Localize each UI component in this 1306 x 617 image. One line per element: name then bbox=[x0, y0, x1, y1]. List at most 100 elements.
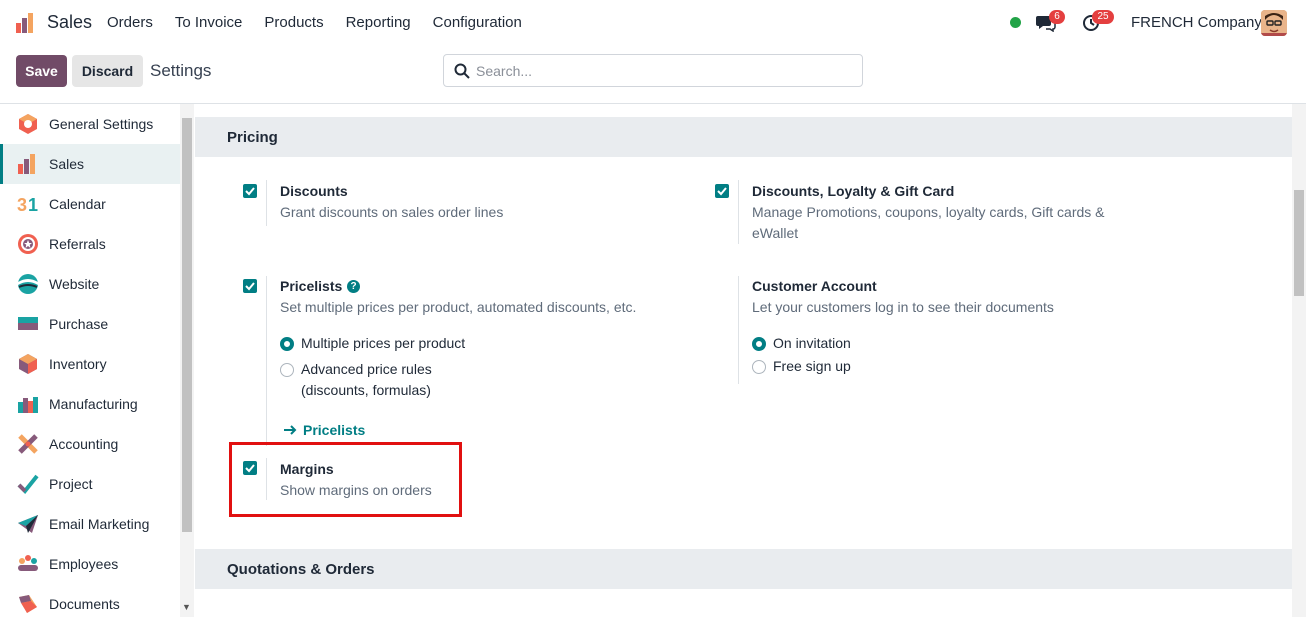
top-navbar: Sales Orders To Invoice Products Reporti… bbox=[0, 0, 1306, 46]
search-icon bbox=[454, 63, 470, 79]
sidebar-item-manufacturing[interactable]: Manufacturing bbox=[0, 384, 180, 424]
menu-configuration[interactable]: Configuration bbox=[433, 14, 522, 31]
pricelists-description: Set multiple prices per product, automat… bbox=[280, 299, 637, 315]
setting-divider bbox=[738, 276, 739, 384]
svg-text:1: 1 bbox=[28, 195, 38, 215]
margins-highlight-box bbox=[229, 442, 462, 517]
purchase-icon bbox=[18, 317, 38, 330]
sidebar-item-employees[interactable]: Employees bbox=[0, 544, 180, 584]
customer-account-description: Let your customers log in to see their d… bbox=[752, 299, 1054, 315]
main-menu: Orders To Invoice Products Reporting Con… bbox=[107, 14, 544, 31]
project-icon bbox=[17, 474, 39, 494]
sidebar-item-general-settings[interactable]: General Settings bbox=[0, 104, 180, 144]
customer-account-title: Customer Account bbox=[752, 278, 877, 294]
arrow-right-icon bbox=[284, 425, 297, 435]
save-button[interactable]: Save bbox=[16, 55, 67, 87]
loyalty-title: Discounts, Loyalty & Gift Card bbox=[752, 183, 955, 199]
pricelists-link[interactable]: Pricelists bbox=[303, 422, 365, 438]
email-marketing-icon bbox=[18, 515, 38, 533]
sidebar-item-email-marketing[interactable]: Email Marketing bbox=[0, 504, 180, 544]
inventory-icon bbox=[19, 354, 37, 374]
discounts-description: Grant discounts on sales order lines bbox=[280, 204, 504, 220]
sidebar-scroll-down-icon[interactable]: ▼ bbox=[182, 602, 191, 612]
content-scrollbar-thumb[interactable] bbox=[1294, 190, 1304, 296]
company-switcher[interactable]: FRENCH Company bbox=[1131, 14, 1262, 31]
radio-free-signup[interactable] bbox=[752, 360, 766, 374]
radio-multiple-prices-label: Multiple prices per product bbox=[301, 335, 466, 351]
settings-sidebar: General Settings Sales 3 1 Calendar Refe… bbox=[0, 104, 180, 617]
sidebar-item-label: Email Marketing bbox=[49, 516, 150, 532]
employees-icon bbox=[18, 555, 38, 571]
sidebar-item-label: Referrals bbox=[49, 236, 106, 252]
accounting-icon bbox=[18, 434, 38, 454]
breadcrumb: Settings bbox=[150, 61, 212, 80]
content-scrollbar[interactable] bbox=[1292, 104, 1306, 617]
sidebar-item-label: Documents bbox=[49, 596, 120, 612]
radio-advanced-rules[interactable] bbox=[280, 363, 294, 377]
svg-text:3: 3 bbox=[17, 195, 27, 215]
sidebar-item-calendar[interactable]: 3 1 Calendar bbox=[0, 184, 180, 224]
section-title: Pricing bbox=[227, 129, 278, 146]
sidebar-item-label: Project bbox=[49, 476, 93, 492]
radio-multiple-prices[interactable] bbox=[280, 337, 294, 351]
setting-divider bbox=[266, 180, 267, 226]
radio-on-invitation[interactable] bbox=[752, 337, 766, 351]
sidebar-item-label: Manufacturing bbox=[49, 396, 138, 412]
sidebar-item-accounting[interactable]: Accounting bbox=[0, 424, 180, 464]
setting-divider bbox=[266, 276, 267, 446]
sidebar-item-label: General Settings bbox=[49, 116, 154, 132]
search-input[interactable] bbox=[476, 60, 846, 82]
app-name[interactable]: Sales bbox=[47, 12, 92, 33]
setting-divider bbox=[738, 180, 739, 244]
referrals-icon bbox=[18, 234, 38, 254]
documents-icon bbox=[19, 595, 37, 613]
sidebar-item-label: Employees bbox=[49, 556, 119, 572]
sales-app-icon[interactable] bbox=[15, 12, 37, 34]
menu-reporting[interactable]: Reporting bbox=[346, 14, 411, 31]
settings-content: Pricing Discounts Grant discounts on sal… bbox=[195, 104, 1292, 617]
manufacturing-icon bbox=[18, 397, 38, 413]
calendar-icon: 3 1 bbox=[17, 195, 38, 215]
website-icon bbox=[18, 274, 38, 294]
sidebar-item-sales[interactable]: Sales bbox=[0, 144, 180, 184]
user-avatar[interactable] bbox=[1261, 10, 1287, 36]
section-title: Quotations & Orders bbox=[227, 561, 375, 578]
check-icon bbox=[245, 187, 255, 196]
loyalty-checkbox[interactable] bbox=[715, 184, 729, 198]
discard-button[interactable]: Discard bbox=[72, 55, 143, 87]
messages-badge: 6 bbox=[1049, 10, 1065, 24]
menu-products[interactable]: Products bbox=[264, 14, 323, 31]
sidebar-scrollbar-thumb[interactable] bbox=[182, 118, 192, 532]
sidebar-item-referrals[interactable]: Referrals bbox=[0, 224, 180, 264]
pricing-section-header: Pricing bbox=[195, 117, 1292, 157]
radio-advanced-rules-label: Advanced price rules (discounts, formula… bbox=[301, 361, 432, 398]
discounts-checkbox[interactable] bbox=[243, 184, 257, 198]
radio-free-signup-label: Free sign up bbox=[773, 358, 851, 374]
sidebar-item-documents[interactable]: Documents bbox=[0, 584, 180, 617]
online-status-icon bbox=[1010, 17, 1021, 28]
sidebar-item-label: Sales bbox=[49, 156, 85, 172]
sidebar-item-label: Purchase bbox=[49, 316, 109, 332]
radio-on-invitation-label: On invitation bbox=[773, 335, 851, 351]
sidebar-item-purchase[interactable]: Purchase bbox=[0, 304, 180, 344]
check-icon bbox=[717, 187, 727, 196]
sidebar-item-label: Website bbox=[49, 276, 100, 292]
sidebar-item-label: Inventory bbox=[49, 356, 107, 372]
general-settings-icon bbox=[19, 114, 37, 134]
sidebar-item-project[interactable]: Project bbox=[0, 464, 180, 504]
activities-badge: 25 bbox=[1092, 10, 1114, 24]
pricelists-title: Pricelists bbox=[280, 278, 343, 294]
search-box bbox=[443, 54, 863, 87]
pricelists-checkbox[interactable] bbox=[243, 279, 257, 293]
sales-icon bbox=[18, 154, 35, 174]
check-icon bbox=[245, 282, 255, 291]
discounts-title: Discounts bbox=[280, 183, 348, 199]
loyalty-description: Manage Promotions, coupons, loyalty card… bbox=[752, 204, 1105, 241]
sidebar-item-website[interactable]: Website bbox=[0, 264, 180, 304]
help-icon[interactable]: ? bbox=[347, 280, 360, 293]
menu-orders[interactable]: Orders bbox=[107, 14, 153, 31]
menu-to-invoice[interactable]: To Invoice bbox=[175, 14, 243, 31]
sidebar-item-label: Accounting bbox=[49, 436, 119, 452]
sidebar-item-inventory[interactable]: Inventory bbox=[0, 344, 180, 384]
quotations-section-header: Quotations & Orders bbox=[195, 549, 1292, 589]
